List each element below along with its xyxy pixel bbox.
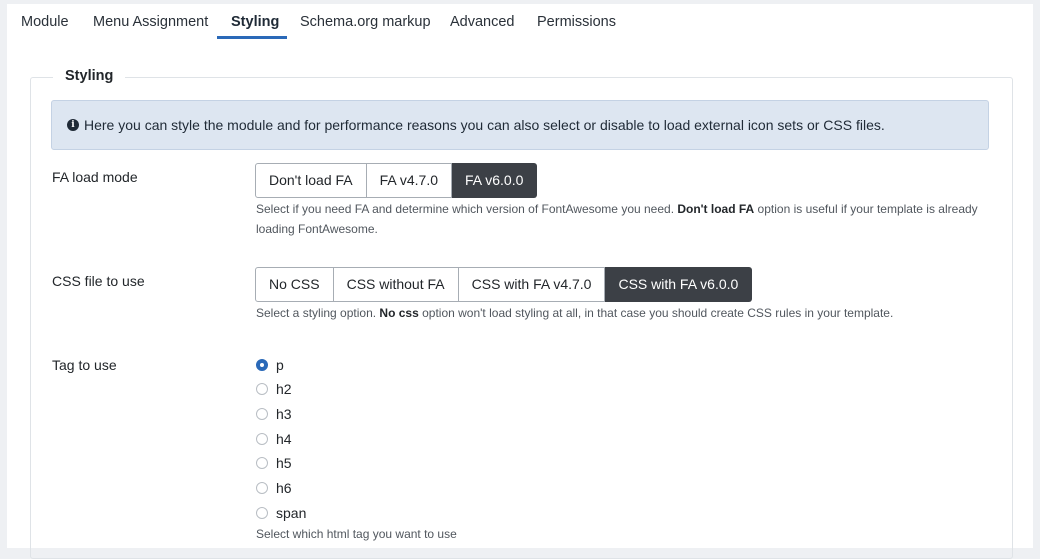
tag-option-h5[interactable]: h5 [256,453,292,473]
tag-option-h6[interactable]: h6 [256,478,292,498]
tab-permissions[interactable]: Permissions [537,4,616,41]
css-option-without-fa[interactable]: CSS without FA [333,267,459,302]
tag-to-use-description: Select which html tag you want to use [256,527,457,541]
fa-option-v4-7-0[interactable]: FA v4.7.0 [366,163,452,198]
active-tab-indicator [217,36,287,39]
css-option-fa-v6-0-0[interactable]: CSS with FA v6.0.0 [605,267,753,302]
radio-unchecked-icon[interactable] [256,507,268,519]
tab-menu-assignment[interactable]: Menu Assignment [93,4,208,41]
info-alert: i Here you can style the module and for … [51,100,989,150]
tag-option-p[interactable]: p [256,355,284,375]
fa-load-mode-description: Select if you need FA and determine whic… [256,202,978,236]
radio-unchecked-icon[interactable] [256,383,268,395]
tag-option-span[interactable]: span [256,503,306,523]
radio-checked-icon[interactable] [256,359,268,371]
tab-advanced[interactable]: Advanced [450,4,515,41]
tag-option-h2[interactable]: h2 [256,379,292,399]
alert-message: Here you can style the module and for pe… [84,117,885,133]
css-option-no-css[interactable]: No CSS [255,267,334,302]
tab-bar: Module Menu Assignment Styling Schema.or… [7,4,1033,42]
css-file-group: No CSS CSS without FA CSS with FA v4.7.0… [255,267,753,302]
fa-load-mode-label: FA load mode [52,169,138,185]
fa-option-v6-0-0[interactable]: FA v6.0.0 [452,163,538,198]
tag-option-h4[interactable]: h4 [256,429,292,449]
info-circle-icon: i [67,119,79,131]
fa-option-dont-load[interactable]: Don't load FA [255,163,367,198]
radio-unchecked-icon[interactable] [256,433,268,445]
fa-load-mode-group: Don't load FA FA v4.7.0 FA v6.0.0 [255,163,538,198]
tag-option-h3[interactable]: h3 [256,404,292,424]
tab-module[interactable]: Module [21,4,69,41]
fieldset-legend: Styling [53,66,126,86]
radio-unchecked-icon[interactable] [256,408,268,420]
radio-unchecked-icon[interactable] [256,482,268,494]
tab-schema-org-markup[interactable]: Schema.org markup [300,4,431,41]
radio-unchecked-icon[interactable] [256,457,268,469]
css-file-label: CSS file to use [52,273,145,289]
css-option-fa-v4-7-0[interactable]: CSS with FA v4.7.0 [458,267,606,302]
tag-to-use-label: Tag to use [52,357,117,373]
css-file-description: Select a styling option. No css option w… [256,306,894,320]
